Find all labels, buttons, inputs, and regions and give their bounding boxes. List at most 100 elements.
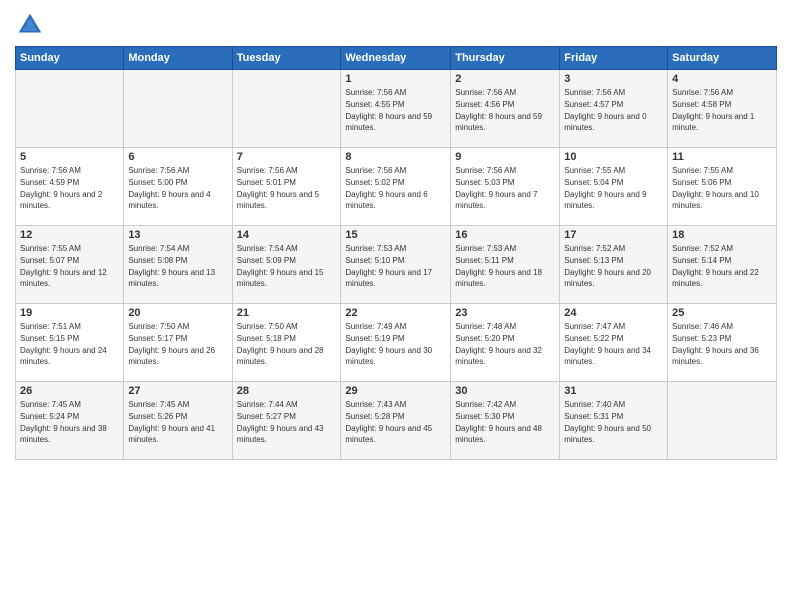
calendar-cell: 8 Sunrise: 7:56 AMSunset: 5:02 PMDaylight… — [341, 148, 451, 226]
day-number: 24 — [564, 307, 663, 319]
calendar-cell: 13Sunrise: 7:54 AMSunset: 5:08 PMDayligh… — [124, 226, 232, 304]
calendar-cell: 4 Sunrise: 7:56 AMSunset: 4:58 PMDaylight… — [668, 70, 777, 148]
day-number: 7 — [237, 151, 337, 163]
calendar-cell: 24 Sunrise: 7:47 AMSunset: 5:22 PMDayligh… — [560, 304, 668, 382]
calendar-cell — [16, 70, 124, 148]
week-row-3: 19 Sunrise: 7:51 AMSunset: 5:15 PMDayligh… — [16, 304, 777, 382]
calendar-cell: 2Sunrise: 7:56 AMSunset: 4:56 PMDaylight… — [451, 70, 560, 148]
calendar-cell: 31Sunrise: 7:40 AMSunset: 5:31 PMDayligh… — [560, 382, 668, 460]
calendar-cell: 17 Sunrise: 7:52 AMSunset: 5:13 PMDayligh… — [560, 226, 668, 304]
day-number: 19 — [20, 307, 119, 319]
day-number: 22 — [345, 307, 446, 319]
day-number: 31 — [564, 385, 663, 397]
day-info: Sunrise: 7:50 AMSunset: 5:17 PMDaylight:… — [128, 322, 215, 366]
week-row-0: 1 Sunrise: 7:56 AMSunset: 4:55 PMDaylight… — [16, 70, 777, 148]
calendar-cell: 27 Sunrise: 7:45 AMSunset: 5:26 PMDayligh… — [124, 382, 232, 460]
day-info: Sunrise: 7:49 AMSunset: 5:19 PMDaylight:… — [345, 322, 432, 366]
day-info: Sunrise: 7:42 AMSunset: 5:30 PMDaylight:… — [455, 400, 542, 444]
day-number: 5 — [20, 151, 119, 163]
day-info: Sunrise: 7:55 AMSunset: 5:04 PMDaylight:… — [564, 166, 646, 210]
day-number: 28 — [237, 385, 337, 397]
day-info: Sunrise: 7:45 AMSunset: 5:24 PMDaylight:… — [20, 400, 107, 444]
logo-icon — [15, 10, 45, 40]
day-info: Sunrise: 7:48 AMSunset: 5:20 PMDaylight:… — [455, 322, 542, 366]
day-number: 2 — [455, 73, 555, 85]
day-info: Sunrise: 7:52 AMSunset: 5:14 PMDaylight:… — [672, 244, 759, 288]
calendar-cell: 20 Sunrise: 7:50 AMSunset: 5:17 PMDayligh… — [124, 304, 232, 382]
day-info: Sunrise: 7:56 AMSunset: 5:03 PMDaylight:… — [455, 166, 537, 210]
calendar-cell: 11Sunrise: 7:55 AMSunset: 5:06 PMDayligh… — [668, 148, 777, 226]
weekday-header-tuesday: Tuesday — [232, 47, 341, 70]
calendar-cell: 1 Sunrise: 7:56 AMSunset: 4:55 PMDaylight… — [341, 70, 451, 148]
weekday-header-saturday: Saturday — [668, 47, 777, 70]
weekday-header-row: SundayMondayTuesdayWednesdayThursdayFrid… — [16, 47, 777, 70]
day-info: Sunrise: 7:52 AMSunset: 5:13 PMDaylight:… — [564, 244, 651, 288]
day-info: Sunrise: 7:44 AMSunset: 5:27 PMDaylight:… — [237, 400, 324, 444]
day-info: Sunrise: 7:55 AMSunset: 5:06 PMDaylight:… — [672, 166, 759, 210]
calendar-cell — [668, 382, 777, 460]
day-number: 15 — [345, 229, 446, 241]
day-number: 29 — [345, 385, 446, 397]
day-number: 30 — [455, 385, 555, 397]
day-info: Sunrise: 7:47 AMSunset: 5:22 PMDaylight:… — [564, 322, 651, 366]
calendar-cell: 7 Sunrise: 7:56 AMSunset: 5:01 PMDaylight… — [232, 148, 341, 226]
day-number: 1 — [345, 73, 446, 85]
calendar-cell — [232, 70, 341, 148]
week-row-2: 12 Sunrise: 7:55 AMSunset: 5:07 PMDayligh… — [16, 226, 777, 304]
calendar-cell: 15 Sunrise: 7:53 AMSunset: 5:10 PMDayligh… — [341, 226, 451, 304]
calendar-cell: 5Sunrise: 7:56 AMSunset: 4:59 PMDaylight… — [16, 148, 124, 226]
weekday-header-thursday: Thursday — [451, 47, 560, 70]
day-number: 14 — [237, 229, 337, 241]
weekday-header-sunday: Sunday — [16, 47, 124, 70]
day-info: Sunrise: 7:56 AMSunset: 5:00 PMDaylight:… — [128, 166, 210, 210]
calendar-cell: 3Sunrise: 7:56 AMSunset: 4:57 PMDaylight… — [560, 70, 668, 148]
calendar-cell: 16Sunrise: 7:53 AMSunset: 5:11 PMDayligh… — [451, 226, 560, 304]
page: SundayMondayTuesdayWednesdayThursdayFrid… — [0, 0, 792, 612]
day-number: 13 — [128, 229, 227, 241]
day-info: Sunrise: 7:54 AMSunset: 5:09 PMDaylight:… — [237, 244, 324, 288]
day-number: 4 — [672, 73, 772, 85]
day-number: 12 — [20, 229, 119, 241]
day-info: Sunrise: 7:56 AMSunset: 5:02 PMDaylight:… — [345, 166, 427, 210]
day-number: 3 — [564, 73, 663, 85]
calendar-cell: 12 Sunrise: 7:55 AMSunset: 5:07 PMDayligh… — [16, 226, 124, 304]
day-number: 9 — [455, 151, 555, 163]
day-info: Sunrise: 7:45 AMSunset: 5:26 PMDaylight:… — [128, 400, 215, 444]
calendar-cell: 9 Sunrise: 7:56 AMSunset: 5:03 PMDaylight… — [451, 148, 560, 226]
calendar-cell: 26 Sunrise: 7:45 AMSunset: 5:24 PMDayligh… — [16, 382, 124, 460]
day-info: Sunrise: 7:50 AMSunset: 5:18 PMDaylight:… — [237, 322, 324, 366]
day-info: Sunrise: 7:56 AMSunset: 5:01 PMDaylight:… — [237, 166, 319, 210]
day-info: Sunrise: 7:56 AMSunset: 4:55 PMDaylight:… — [345, 88, 432, 132]
calendar-cell: 28 Sunrise: 7:44 AMSunset: 5:27 PMDayligh… — [232, 382, 341, 460]
calendar-cell: 29 Sunrise: 7:43 AMSunset: 5:28 PMDayligh… — [341, 382, 451, 460]
day-number: 17 — [564, 229, 663, 241]
calendar-cell: 18 Sunrise: 7:52 AMSunset: 5:14 PMDayligh… — [668, 226, 777, 304]
day-number: 27 — [128, 385, 227, 397]
day-info: Sunrise: 7:53 AMSunset: 5:11 PMDaylight:… — [455, 244, 542, 288]
day-info: Sunrise: 7:43 AMSunset: 5:28 PMDaylight:… — [345, 400, 432, 444]
calendar-cell: 19 Sunrise: 7:51 AMSunset: 5:15 PMDayligh… — [16, 304, 124, 382]
calendar-cell: 14 Sunrise: 7:54 AMSunset: 5:09 PMDayligh… — [232, 226, 341, 304]
day-number: 18 — [672, 229, 772, 241]
weekday-header-monday: Monday — [124, 47, 232, 70]
day-number: 21 — [237, 307, 337, 319]
header — [15, 10, 777, 40]
weekday-header-friday: Friday — [560, 47, 668, 70]
logo — [15, 10, 49, 40]
calendar-cell: 6 Sunrise: 7:56 AMSunset: 5:00 PMDaylight… — [124, 148, 232, 226]
day-number: 6 — [128, 151, 227, 163]
day-info: Sunrise: 7:51 AMSunset: 5:15 PMDaylight:… — [20, 322, 107, 366]
calendar-table: SundayMondayTuesdayWednesdayThursdayFrid… — [15, 46, 777, 460]
calendar-cell: 10Sunrise: 7:55 AMSunset: 5:04 PMDayligh… — [560, 148, 668, 226]
day-number: 8 — [345, 151, 446, 163]
calendar-cell: 25 Sunrise: 7:46 AMSunset: 5:23 PMDayligh… — [668, 304, 777, 382]
day-number: 26 — [20, 385, 119, 397]
day-info: Sunrise: 7:53 AMSunset: 5:10 PMDaylight:… — [345, 244, 432, 288]
day-info: Sunrise: 7:56 AMSunset: 4:58 PMDaylight:… — [672, 88, 754, 132]
day-number: 20 — [128, 307, 227, 319]
calendar-cell: 23 Sunrise: 7:48 AMSunset: 5:20 PMDayligh… — [451, 304, 560, 382]
day-number: 23 — [455, 307, 555, 319]
day-info: Sunrise: 7:55 AMSunset: 5:07 PMDaylight:… — [20, 244, 107, 288]
day-number: 25 — [672, 307, 772, 319]
day-info: Sunrise: 7:46 AMSunset: 5:23 PMDaylight:… — [672, 322, 759, 366]
